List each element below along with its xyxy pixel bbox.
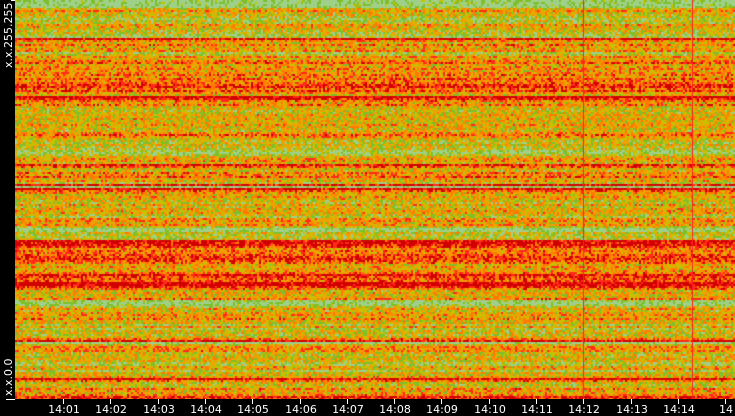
x-tick-label: 14:09	[426, 403, 458, 416]
axis-top-mark	[11, 0, 15, 1]
x-tick-label: 14:08	[379, 403, 411, 416]
x-tick-label: 14:10	[474, 403, 506, 416]
x-tick-label: 14	[719, 403, 733, 416]
x-tick-label: 14:07	[332, 403, 364, 416]
x-tick-label: 14:14	[663, 403, 695, 416]
y-label-top: x.x.255.255	[2, 2, 15, 68]
x-tick-label: 14:04	[190, 403, 222, 416]
x-tick-label: 14:13	[616, 403, 648, 416]
x-tick-label: 14:03	[143, 403, 175, 416]
x-tick-label: 14:06	[285, 403, 317, 416]
heatmap-canvas[interactable]	[15, 0, 735, 399]
y-label-bottom: x.x.0.0	[2, 358, 15, 396]
x-tick-label: 14:01	[48, 403, 80, 416]
x-tick-label: 14:12	[568, 403, 600, 416]
x-tick-label: 14:11	[521, 403, 553, 416]
axis-corner-mark	[6, 399, 15, 400]
x-tick-label: 14:02	[95, 403, 127, 416]
x-tick-label: 14:05	[237, 403, 269, 416]
